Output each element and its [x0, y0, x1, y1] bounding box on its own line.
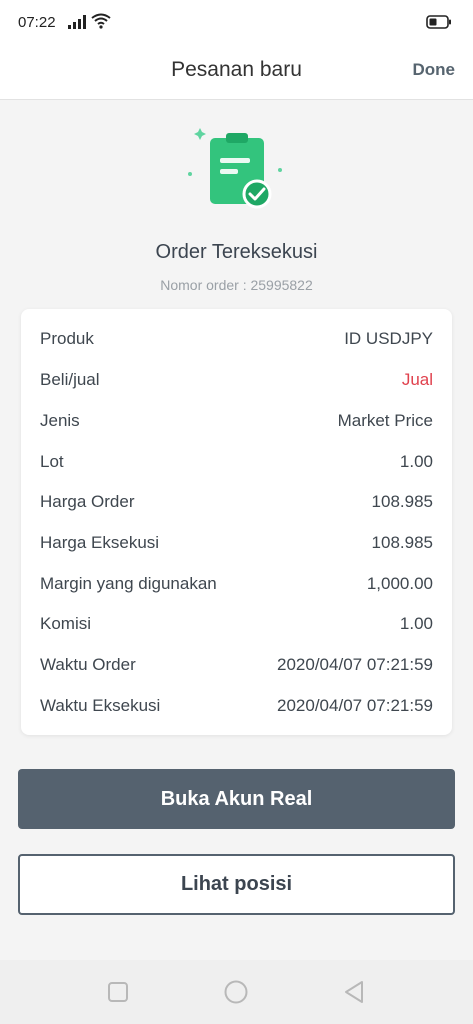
- detail-row-order-price: Harga Order 108.985: [40, 482, 433, 522]
- detail-label: Produk: [40, 329, 94, 348]
- detail-row-type: Jenis Market Price: [40, 401, 433, 441]
- detail-value: 1,000.00: [366, 574, 433, 593]
- detail-row-product: Produk ID USDJPY: [40, 319, 433, 359]
- recent-apps-icon[interactable]: [108, 982, 128, 1002]
- detail-value-sell: Jual: [401, 370, 433, 389]
- app-header: Pesanan baru Done: [0, 44, 473, 100]
- detail-row-order-time: Waktu Order 2020/04/07 07:21:59: [40, 645, 433, 685]
- home-icon[interactable]: [224, 980, 248, 1004]
- detail-label: Margin yang digunakan: [40, 574, 217, 593]
- order-success-icon: [188, 128, 282, 209]
- status-time: 07:22: [18, 14, 56, 31]
- back-icon[interactable]: [343, 980, 365, 1004]
- battery-icon: [426, 15, 451, 29]
- detail-value: 2020/04/07 07:21:59: [277, 655, 433, 674]
- detail-value: 108.985: [371, 492, 433, 511]
- status-bar: 07:22: [0, 0, 473, 44]
- detail-label: Jenis: [40, 411, 80, 430]
- order-details-card: Produk ID USDJPY Beli/jual Jual Jenis Ma…: [21, 309, 452, 735]
- detail-value: 108.985: [371, 533, 433, 552]
- detail-row-margin: Margin yang digunakan 1,000.00: [40, 564, 433, 604]
- detail-row-side: Beli/jual Jual: [40, 360, 433, 400]
- done-button[interactable]: Done: [413, 60, 456, 80]
- detail-label: Harga Eksekusi: [40, 533, 160, 552]
- detail-row-lot: Lot 1.00: [40, 442, 433, 482]
- detail-label: Lot: [40, 452, 64, 471]
- signal-icon: [68, 15, 86, 29]
- detail-row-commission: Komisi 1.00: [40, 604, 433, 644]
- detail-row-execution-time: Waktu Eksekusi 2020/04/07 07:21:59: [40, 686, 433, 726]
- detail-label: Waktu Order: [40, 655, 136, 674]
- detail-value: Market Price: [337, 411, 433, 430]
- order-status-title: Order Tereksekusi: [155, 241, 318, 263]
- detail-row-execution-price: Harga Eksekusi 108.985: [40, 523, 433, 563]
- detail-label: Waktu Eksekusi: [40, 696, 161, 715]
- detail-label: Beli/jual: [40, 370, 100, 389]
- open-real-account-button[interactable]: Buka Akun Real: [18, 769, 455, 829]
- navigation-bar: [0, 960, 473, 1024]
- order-number: Nomor order : 25995822: [160, 277, 313, 293]
- detail-value: 1.00: [399, 614, 433, 633]
- wifi-icon: [91, 13, 111, 29]
- detail-value: 2020/04/07 07:21:59: [277, 696, 433, 715]
- page-title: Pesanan baru: [171, 58, 302, 81]
- detail-label: Harga Order: [40, 492, 135, 511]
- detail-label: Komisi: [40, 614, 92, 633]
- detail-value: ID USDJPY: [344, 329, 433, 348]
- view-positions-button[interactable]: Lihat posisi: [18, 854, 455, 915]
- detail-value: 1.00: [399, 452, 433, 471]
